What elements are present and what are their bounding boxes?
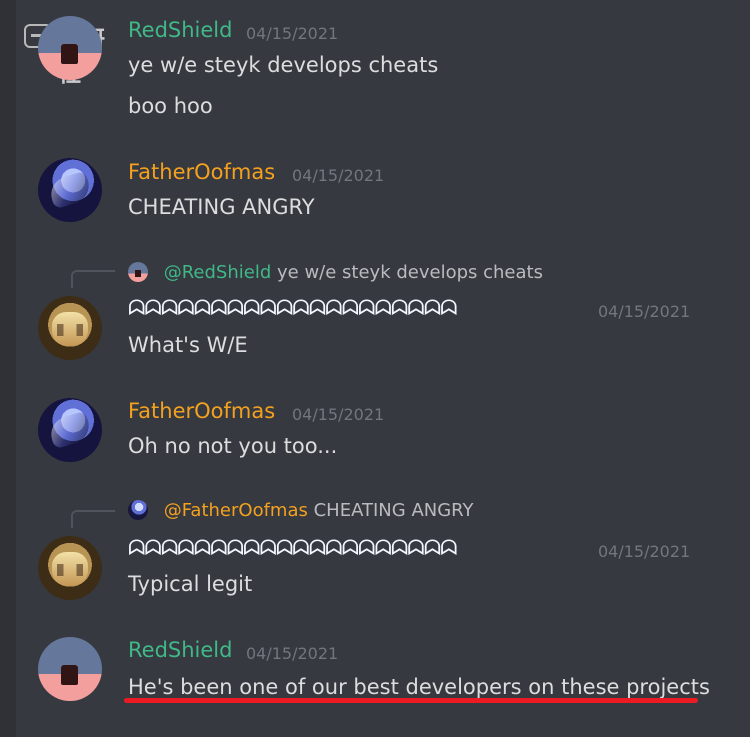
reply-author[interactable]: @FatherOofmas: [164, 500, 308, 521]
reply-connector: [71, 270, 115, 288]
reply-text: ye w/e steyk develops cheats: [277, 262, 543, 283]
username-fatheroofmas[interactable]: FatherOofmas: [128, 399, 275, 423]
message-text: CHEATING ANGRY: [128, 195, 315, 219]
message-text: ye w/e steyk develops cheats: [128, 53, 439, 77]
username-redshield[interactable]: RedShield: [128, 18, 232, 42]
reply-author[interactable]: @RedShield: [164, 262, 272, 283]
left-gutter: [0, 0, 16, 737]
reply-avatar: [128, 262, 148, 282]
reply-reference[interactable]: @FatherOofmas CHEATING ANGRY: [128, 500, 474, 521]
message-text: He's been one of our best developers on …: [128, 675, 710, 699]
username-redshield[interactable]: RedShield: [128, 638, 232, 662]
username-symbol-user[interactable]: ᗣᗣᗣᗣᗣᗣᗣᗣᗣᗣᗣᗣᗣᗣᗣᗣᗣᗣᗣᗣ: [128, 536, 458, 561]
avatar-redshield[interactable]: [38, 637, 102, 701]
avatar-fatheroofmas[interactable]: [38, 158, 102, 222]
reply-connector: [71, 510, 115, 528]
avatar-symbol-user[interactable]: [38, 536, 102, 600]
message-timestamp: 04/15/2021: [598, 542, 691, 561]
chat-window: 游研社 RedShield 04/15/2021 ye w/e steyk de…: [0, 0, 750, 737]
message-text: boo hoo: [128, 94, 213, 118]
reply-avatar: [128, 500, 148, 520]
message-timestamp: 04/15/2021: [598, 302, 691, 321]
message-timestamp: 04/15/2021: [292, 166, 385, 185]
username-fatheroofmas[interactable]: FatherOofmas: [128, 160, 275, 184]
message-timestamp: 04/15/2021: [246, 24, 339, 43]
red-underline-annotation: [124, 698, 698, 703]
avatar-symbol-user[interactable]: [38, 296, 102, 360]
reply-reference[interactable]: @RedShield ye w/e steyk develops cheats: [128, 262, 543, 283]
avatar-redshield[interactable]: [38, 16, 102, 80]
message-text: Oh no not you too...: [128, 434, 338, 458]
message-text: Typical legit: [128, 572, 253, 596]
message-timestamp: 04/15/2021: [292, 405, 385, 424]
message-timestamp: 04/15/2021: [246, 644, 339, 663]
username-symbol-user[interactable]: ᗣᗣᗣᗣᗣᗣᗣᗣᗣᗣᗣᗣᗣᗣᗣᗣᗣᗣᗣᗣ: [128, 296, 458, 321]
reply-text: CHEATING ANGRY: [313, 500, 474, 521]
message-text: What's W/E: [128, 333, 248, 357]
avatar-fatheroofmas[interactable]: [38, 398, 102, 462]
